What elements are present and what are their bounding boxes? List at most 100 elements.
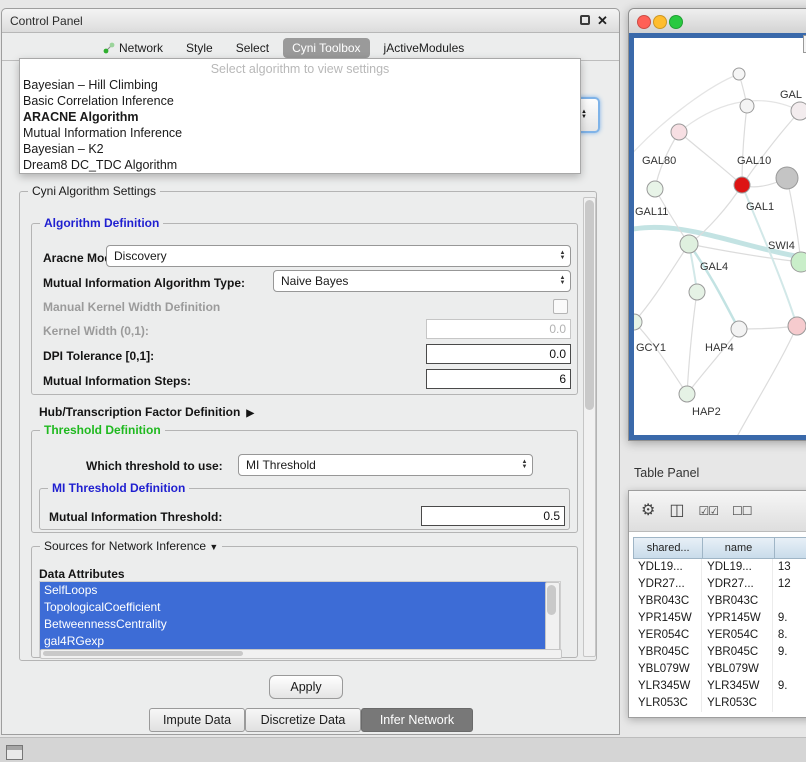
network-edge[interactable] [634, 244, 689, 322]
network-node[interactable] [731, 321, 747, 337]
mi-type-combobox[interactable]: Naive Bayes ▲▼ [273, 270, 571, 292]
table-cell[interactable]: YLR053C [633, 695, 702, 712]
table-cell[interactable]: 8. [773, 627, 806, 644]
mi-threshold-field[interactable] [421, 506, 565, 526]
network-node[interactable] [791, 102, 806, 120]
close-button[interactable] [637, 15, 651, 29]
network-node[interactable] [734, 177, 750, 193]
network-edge[interactable] [742, 106, 747, 185]
table-row[interactable]: YLR053CYLR053C [633, 695, 806, 712]
algorithm-option[interactable]: Bayesian – K2 [20, 141, 580, 157]
table-cell[interactable]: YPR145W [702, 610, 773, 627]
table-cell[interactable] [773, 593, 806, 610]
list-item[interactable]: gal4RGexp [40, 633, 550, 650]
table-row[interactable]: YBL079WYBL079W [633, 661, 806, 678]
network-node[interactable] [679, 386, 695, 402]
algorithm-option[interactable]: Dream8 DC_TDC Algorithm [20, 157, 580, 173]
network-edge[interactable] [687, 292, 697, 394]
algorithm-option-selected[interactable]: ARACNE Algorithm [20, 109, 580, 125]
network-edge[interactable] [634, 74, 739, 158]
table-cell[interactable]: 9. [773, 678, 806, 695]
restore-panel-icon[interactable] [6, 745, 23, 760]
table-cell[interactable]: 9. [773, 610, 806, 627]
tab-style[interactable]: Style [177, 38, 222, 58]
dpi-tolerance-field[interactable] [426, 344, 571, 364]
table-row[interactable]: YLR345WYLR345W9. [633, 678, 806, 695]
float-window-icon[interactable] [580, 15, 590, 25]
list-item[interactable]: TopologicalCoefficient [40, 599, 550, 616]
aracne-mode-combobox[interactable]: Discovery ▲▼ [106, 245, 571, 267]
collapsed-arrow-icon[interactable]: ▶ [246, 408, 254, 419]
which-threshold-combobox[interactable]: MI Threshold ▲▼ [238, 454, 533, 476]
table-row[interactable]: YBR043CYBR043C [633, 593, 806, 610]
list-scrollbar-thumb[interactable] [43, 651, 243, 656]
table-cell[interactable] [773, 695, 806, 712]
table-cell[interactable]: YER054C [633, 627, 702, 644]
hub-section-header[interactable]: Hub/Transcription Factor Definition▶ [39, 405, 254, 419]
table-cell[interactable]: YDL19... [633, 559, 702, 576]
minimize-button[interactable] [653, 15, 667, 29]
network-node[interactable] [788, 317, 806, 335]
control-panel-titlebar[interactable]: Control Panel ✕ [2, 9, 619, 33]
network-node[interactable] [671, 124, 687, 140]
table-cell[interactable]: YBR045C [702, 644, 773, 661]
table-row[interactable]: YER054CYER054C8. [633, 627, 806, 644]
network-node[interactable] [680, 235, 698, 253]
list-item[interactable]: BetweennessCentrality [40, 616, 550, 633]
list-scrollbar-thumb[interactable] [547, 585, 556, 615]
column-header-partial[interactable] [775, 537, 806, 559]
column-header-shared-name[interactable]: shared... [633, 537, 703, 559]
table-cell[interactable]: 12 [773, 576, 806, 593]
table-cell[interactable]: YPR145W [633, 610, 702, 627]
list-vertical-scrollbar[interactable] [545, 582, 560, 651]
table-row[interactable]: YDL19...YDL19...13 [633, 559, 806, 576]
network-node[interactable] [776, 167, 798, 189]
network-node[interactable] [634, 314, 642, 330]
network-edge[interactable] [687, 329, 739, 394]
table-row[interactable]: YDR27...YDR27...12 [633, 576, 806, 593]
algorithm-option[interactable]: Basic Correlation Inference [20, 93, 580, 109]
table-cell[interactable]: YBR045C [633, 644, 702, 661]
table-cell[interactable]: YBL079W [633, 661, 702, 678]
table-cell[interactable] [773, 661, 806, 678]
mi-steps-field[interactable] [426, 369, 571, 389]
network-edge[interactable] [679, 101, 800, 132]
zoom-button[interactable] [669, 15, 683, 29]
network-node[interactable] [733, 68, 745, 80]
kernel-width-field[interactable] [426, 319, 571, 339]
network-window-titlebar[interactable] [629, 9, 806, 34]
table-cell[interactable]: YDL19... [702, 559, 773, 576]
apply-button[interactable]: Apply [269, 675, 343, 699]
bottom-tab-infer-network[interactable]: Infer Network [361, 708, 473, 732]
tab-network[interactable]: Network [94, 38, 172, 58]
close-window-icon[interactable]: ✕ [597, 15, 608, 27]
table-cell[interactable]: YLR345W [702, 678, 773, 695]
network-canvas[interactable]: GALGAL80GAL10GAL1GAL11SWI4GAL4GCY1HAP4HA… [629, 33, 806, 440]
table-cell[interactable]: YBR043C [633, 593, 702, 610]
network-node[interactable] [689, 284, 705, 300]
network-edge[interactable] [634, 322, 687, 394]
list-horizontal-scrollbar[interactable] [40, 649, 562, 659]
settings-scrollbar[interactable] [583, 197, 596, 657]
tab-cyni-toolbox[interactable]: Cyni Toolbox [283, 38, 369, 58]
column-header-name[interactable]: name [703, 537, 774, 559]
bottom-tab-discretize-data[interactable]: Discretize Data [245, 708, 361, 732]
tab-select[interactable]: Select [227, 38, 278, 58]
settings-scrollbar-thumb[interactable] [585, 200, 594, 410]
deselect-all-icon[interactable]: ☐☐ [732, 503, 752, 519]
table-cell[interactable]: YDR27... [702, 576, 773, 593]
bottom-tab-impute-data[interactable]: Impute Data [149, 708, 245, 732]
table-row[interactable]: YBR045CYBR045C9. [633, 644, 806, 661]
network-edge[interactable] [679, 132, 742, 185]
sources-header[interactable]: Sources for Network Inference ▼ [40, 539, 222, 553]
tab-jactivemodules[interactable]: jActiveModules [375, 38, 474, 58]
table-cell[interactable]: YLR345W [633, 678, 702, 695]
algorithm-option[interactable]: Bayesian – Hill Climbing [20, 77, 580, 93]
manual-kernel-checkbox[interactable] [553, 299, 568, 314]
network-node[interactable] [791, 252, 806, 272]
table-cell[interactable]: YBR043C [702, 593, 773, 610]
network-node[interactable] [647, 181, 663, 197]
table-cell[interactable]: YLR053C [702, 695, 773, 712]
table-cell[interactable]: 13 [773, 559, 806, 576]
algorithm-option[interactable]: Mutual Information Inference [20, 125, 580, 141]
